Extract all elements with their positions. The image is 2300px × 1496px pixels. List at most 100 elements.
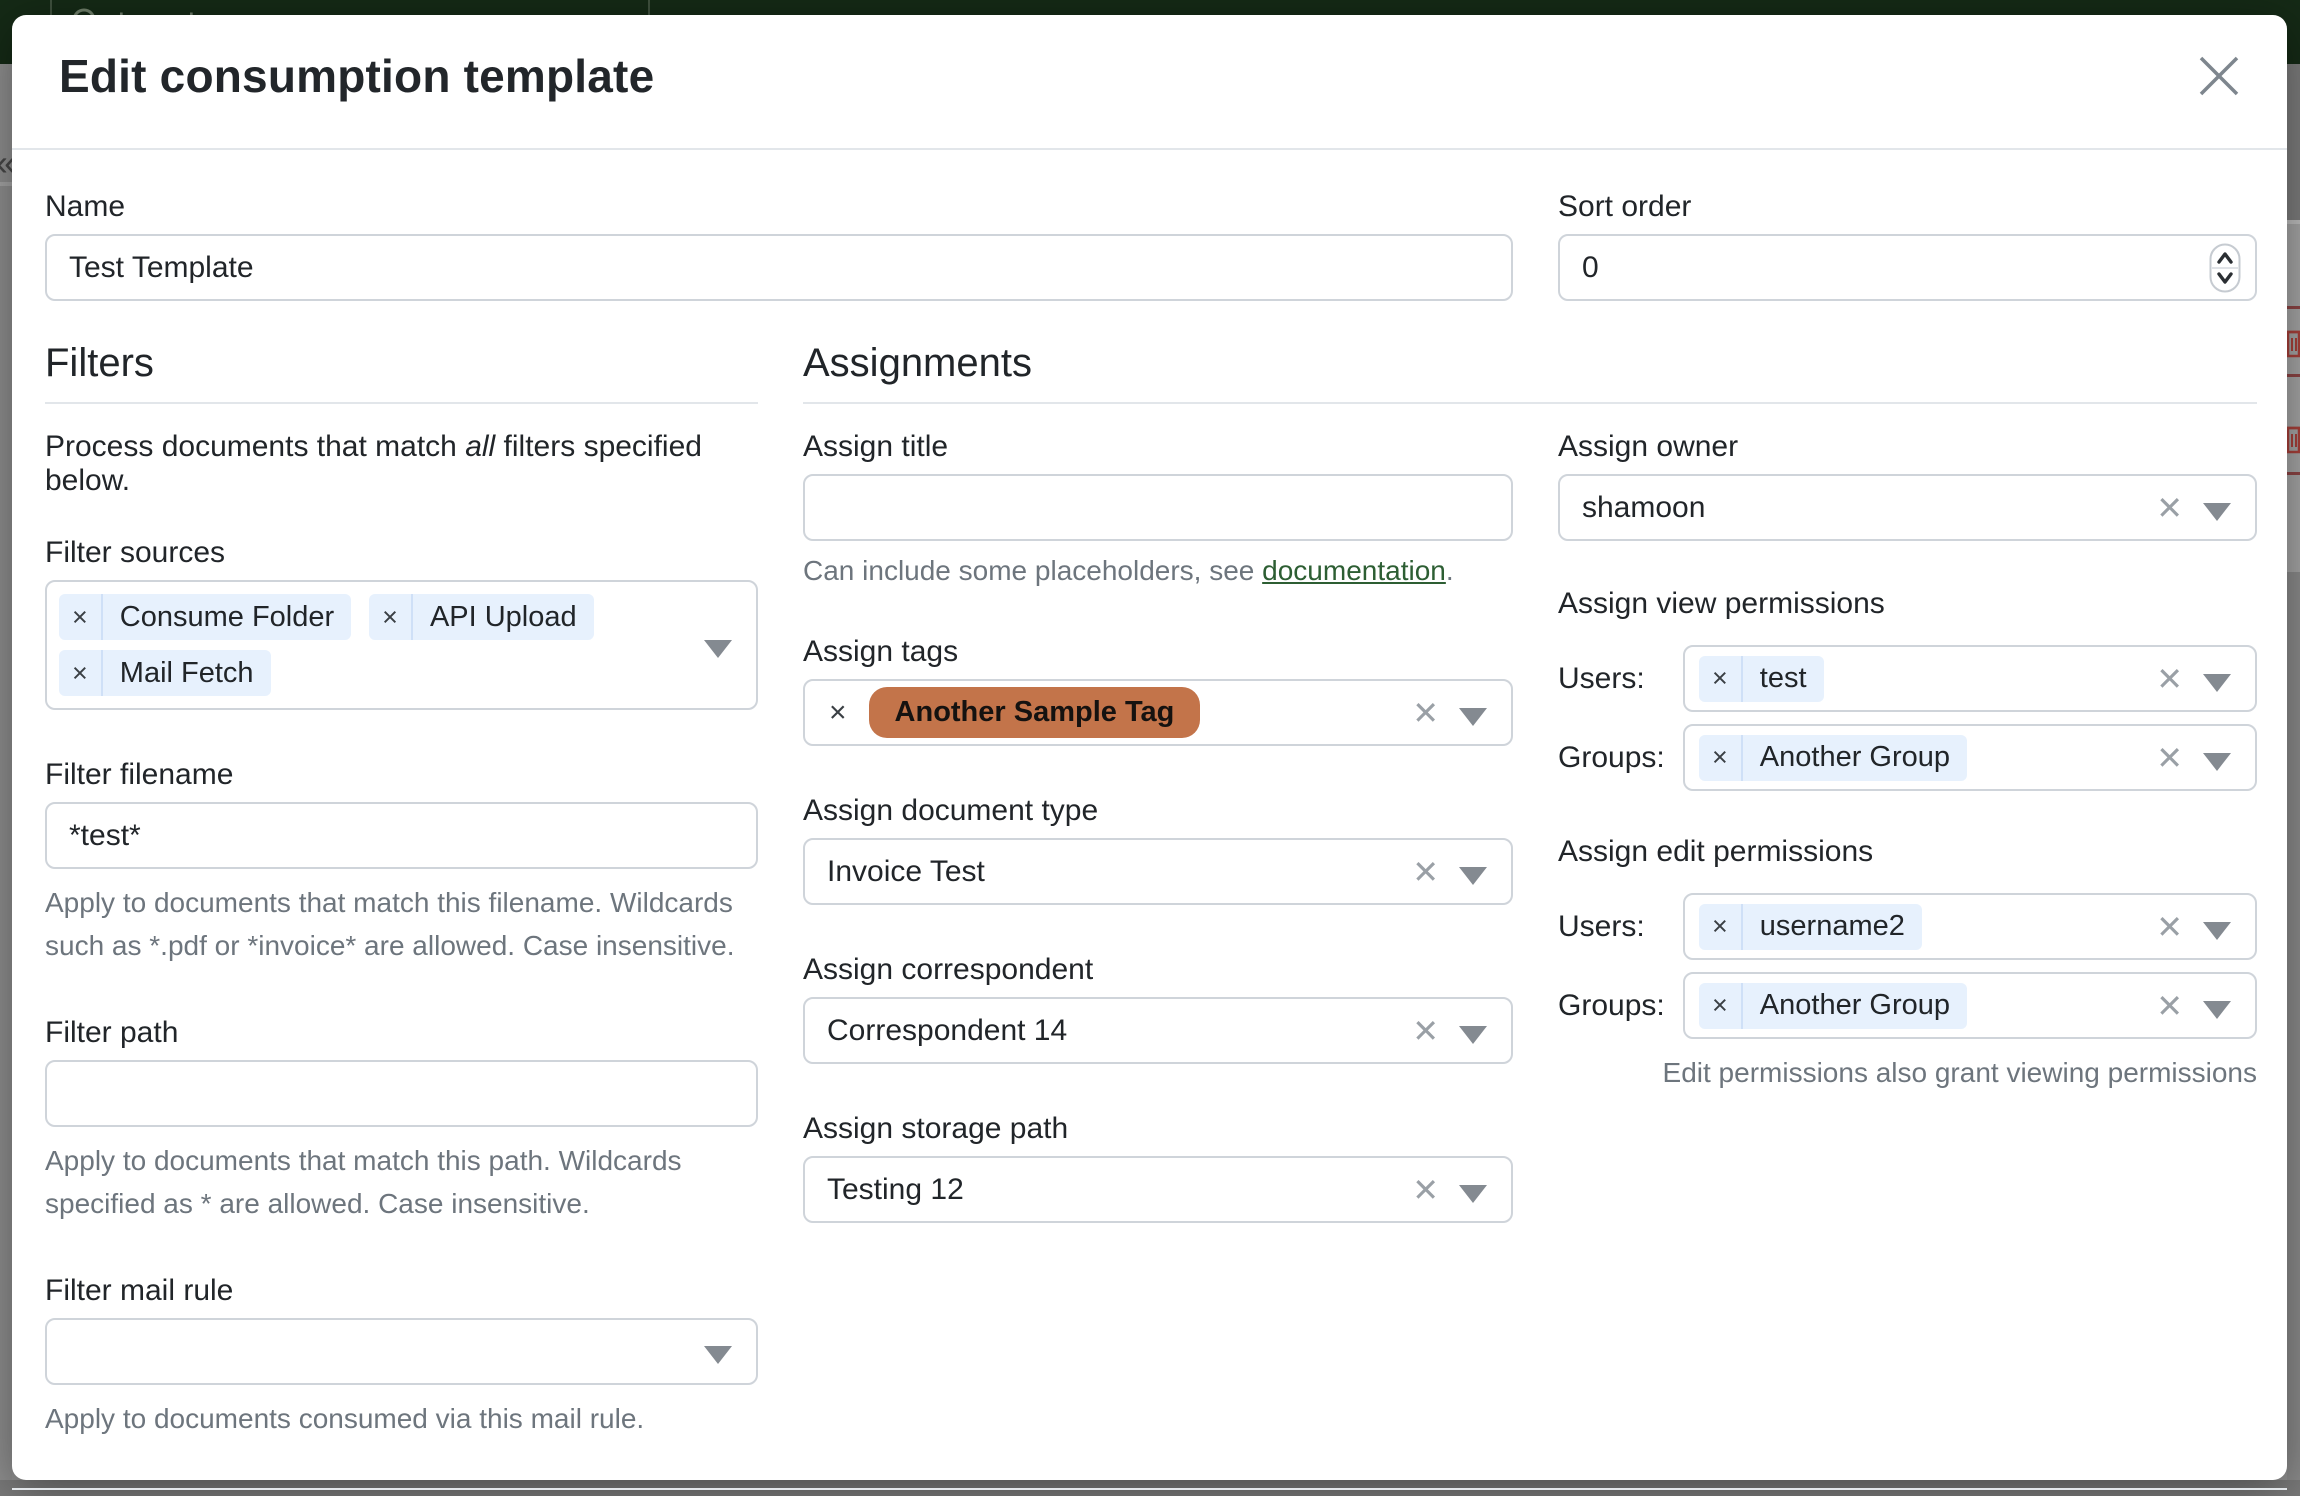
chevron-down-icon[interactable] <box>2203 921 2231 939</box>
assign-title-group: Assign title Can include some placeholde… <box>803 430 1513 587</box>
filter-sources-label: Filter sources <box>45 536 758 570</box>
filter-filename-input[interactable] <box>45 802 758 869</box>
chevron-down-icon[interactable] <box>704 640 732 658</box>
edit-permissions-heading: Assign edit permissions <box>1558 835 2257 869</box>
assign-correspondent-label: Assign correspondent <box>803 953 1513 987</box>
view-groups-select[interactable]: ×Another Group ✕ <box>1683 724 2257 791</box>
clear-icon[interactable]: ✕ <box>2156 742 2183 774</box>
assign-tags-select[interactable]: × Another Sample Tag ✕ <box>803 679 1513 746</box>
clear-icon[interactable]: ✕ <box>2156 911 2183 943</box>
edit-groups-select[interactable]: ×Another Group ✕ <box>1683 972 2257 1039</box>
filter-mail-rule-select[interactable] <box>45 1318 758 1385</box>
edit-consumption-template-dialog: Edit consumption template Name Sort orde… <box>12 15 2287 1480</box>
user-tag: ×username2 <box>1699 904 1922 950</box>
users-label: Users: <box>1558 662 1683 696</box>
remove-tag-icon[interactable]: × <box>1699 990 1741 1021</box>
assign-document-type-select[interactable]: Invoice Test ✕ <box>803 838 1513 905</box>
name-input[interactable] <box>45 234 1513 301</box>
remove-tag-icon[interactable]: × <box>59 658 101 689</box>
assign-storage-path-label: Assign storage path <box>803 1112 1513 1146</box>
filters-intro: Process documents that match all filters… <box>45 430 758 498</box>
assign-correspondent-select[interactable]: Correspondent 14 ✕ <box>803 997 1513 1064</box>
filter-path-group: Filter path Apply to documents that matc… <box>45 1016 758 1226</box>
assign-title-input[interactable] <box>803 474 1513 541</box>
chevron-down-icon[interactable] <box>1459 866 1487 884</box>
groups-label: Groups: <box>1558 989 1683 1023</box>
source-tag: ×Mail Fetch <box>59 650 271 696</box>
assign-tags-group: Assign tags × Another Sample Tag ✕ <box>803 635 1513 746</box>
clear-icon[interactable]: ✕ <box>1412 1015 1439 1047</box>
chevron-down-icon[interactable] <box>704 1346 732 1364</box>
number-stepper[interactable] <box>2209 243 2241 293</box>
remove-tag-icon[interactable]: × <box>1699 663 1741 694</box>
documentation-link[interactable]: documentation <box>1262 555 1446 586</box>
remove-tag-icon[interactable]: × <box>1699 742 1741 773</box>
assign-title-hint: Can include some placeholders, see docum… <box>803 555 1513 587</box>
clear-icon[interactable]: ✕ <box>2156 663 2183 695</box>
filters-section: Filters Process documents that match all… <box>45 341 758 1488</box>
clear-icon[interactable]: ✕ <box>1412 856 1439 888</box>
clear-icon[interactable]: ✕ <box>2156 492 2183 524</box>
chevron-down-icon[interactable] <box>2203 752 2231 770</box>
clear-icon[interactable]: ✕ <box>1412 697 1439 729</box>
view-permissions-users-row: Users: ×test ✕ <box>1558 645 2257 712</box>
assignments-right-column: Assign owner shamoon ✕ Assign view permi… <box>1558 430 2257 1271</box>
tag-badge: Another Sample Tag <box>869 687 1201 738</box>
page-left-edge: « <box>0 64 12 1496</box>
view-permissions-groups-row: Groups: ×Another Group ✕ <box>1558 724 2257 791</box>
clear-icon[interactable]: ✕ <box>2156 990 2183 1022</box>
remove-tag-icon[interactable]: × <box>1699 911 1741 942</box>
source-tag: ×API Upload <box>369 594 593 640</box>
page-right-edge <box>2287 64 2300 1496</box>
trash-icon <box>2287 422 2300 456</box>
assign-storage-path-group: Assign storage path Testing 12 ✕ <box>803 1112 1513 1223</box>
chevron-down-icon[interactable] <box>2203 502 2231 520</box>
assign-tags-label: Assign tags <box>803 635 1513 669</box>
edit-permissions-note: Edit permissions also grant viewing perm… <box>1558 1057 2257 1089</box>
chevron-down-icon[interactable] <box>1459 1025 1487 1043</box>
assign-correspondent-group: Assign correspondent Correspondent 14 ✕ <box>803 953 1513 1064</box>
filter-filename-hint: Apply to documents that match this filen… <box>45 881 758 968</box>
assignments-left-column: Assign title Can include some placeholde… <box>803 430 1513 1271</box>
assignments-section: Assignments Assign title Can include som… <box>803 341 2257 1488</box>
edit-permissions-users-row: Users: ×username2 ✕ <box>1558 893 2257 960</box>
dialog-title: Edit consumption template <box>59 49 2243 103</box>
chevron-down-icon[interactable] <box>1459 1184 1487 1202</box>
remove-tag-icon[interactable]: × <box>59 602 101 633</box>
clear-icon[interactable]: ✕ <box>1412 1174 1439 1206</box>
filter-sources-group: Filter sources ×Consume Folder ×API Uplo… <box>45 536 758 710</box>
user-tag: ×test <box>1699 656 1824 702</box>
filter-path-input[interactable] <box>45 1060 758 1127</box>
edit-permissions-groups-row: Groups: ×Another Group ✕ <box>1558 972 2257 1039</box>
assign-document-type-label: Assign document type <box>803 794 1513 828</box>
close-icon <box>2196 53 2242 99</box>
chevron-down-icon[interactable] <box>2203 673 2231 691</box>
edit-users-select[interactable]: ×username2 ✕ <box>1683 893 2257 960</box>
chevron-down-icon[interactable] <box>1459 707 1487 725</box>
remove-tag-icon[interactable]: × <box>369 602 411 633</box>
assign-title-label: Assign title <box>803 430 1513 464</box>
source-tag: ×Consume Folder <box>59 594 351 640</box>
assign-owner-select[interactable]: shamoon ✕ <box>1558 474 2257 541</box>
filter-mail-rule-label: Filter mail rule <box>45 1274 758 1308</box>
assignments-heading: Assignments <box>803 341 2257 404</box>
users-label: Users: <box>1558 910 1683 944</box>
filter-filename-group: Filter filename Apply to documents that … <box>45 758 758 968</box>
chevron-down-icon[interactable] <box>2203 1000 2231 1018</box>
close-button[interactable] <box>2191 49 2247 105</box>
filter-path-hint: Apply to documents that match this path.… <box>45 1139 758 1226</box>
filter-path-label: Filter path <box>45 1016 758 1050</box>
assign-owner-label: Assign owner <box>1558 430 2257 464</box>
filters-heading: Filters <box>45 341 758 404</box>
sort-order-input[interactable] <box>1558 234 2257 301</box>
view-users-select[interactable]: ×test ✕ <box>1683 645 2257 712</box>
view-permissions-heading: Assign view permissions <box>1558 587 2257 621</box>
filter-filename-label: Filter filename <box>45 758 758 792</box>
trash-icon <box>2287 326 2300 360</box>
filter-sources-select[interactable]: ×Consume Folder ×API Upload ×Mail Fetch <box>45 580 758 710</box>
name-label: Name <box>45 190 1513 224</box>
group-tag: ×Another Group <box>1699 735 1967 781</box>
dialog-header: Edit consumption template <box>12 15 2287 150</box>
remove-tag-icon[interactable]: × <box>829 696 847 730</box>
assign-storage-path-select[interactable]: Testing 12 ✕ <box>803 1156 1513 1223</box>
